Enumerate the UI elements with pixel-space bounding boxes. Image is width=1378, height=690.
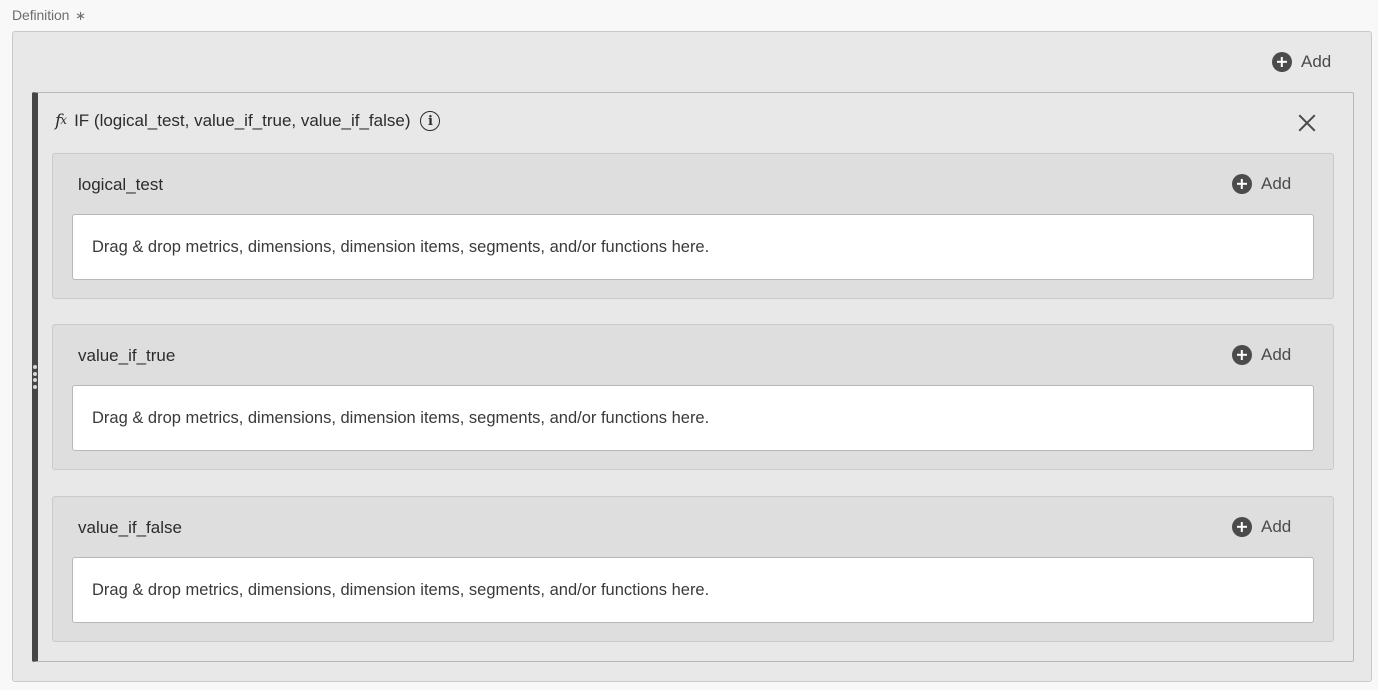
logical-test-drop-zone[interactable]: Drag & drop metrics, dimensions, dimensi… [72,214,1314,280]
value-if-false-drop-zone[interactable]: Drag & drop metrics, dimensions, dimensi… [72,557,1314,623]
if-function-panel[interactable]: fx IF (logical_test, value_if_true, valu… [32,92,1354,662]
argument-name: value_if_true [78,346,176,365]
argument-value-if-true: value_if_true Add Drag & drop metrics, d… [52,324,1334,470]
value-if-false-add-button[interactable]: Add [1232,517,1291,537]
add-circle-icon [1272,52,1292,72]
calculated-metric-definition: Definition ∗ Add fx IF (logical_test, va… [0,0,1378,690]
drop-zone-placeholder: Drag & drop metrics, dimensions, dimensi… [92,237,710,256]
logical-test-add-button[interactable]: Add [1232,174,1291,194]
drag-handle-icon[interactable] [32,363,38,391]
definition-add-button[interactable]: Add [1272,52,1331,72]
function-signature: IF (logical_test, value_if_true, value_i… [74,111,411,130]
argument-name: value_if_false [78,518,182,537]
function-icon: fx [55,111,68,131]
drop-zone-placeholder: Drag & drop metrics, dimensions, dimensi… [92,408,710,427]
drop-zone-placeholder: Drag & drop metrics, dimensions, dimensi… [92,580,710,599]
argument-logical-test: logical_test Add Drag & drop metrics, di… [52,153,1334,299]
add-circle-icon [1232,517,1252,537]
definition-label-text: Definition [12,7,70,23]
add-circle-icon [1232,345,1252,365]
argument-value-if-false: value_if_false Add Drag & drop metrics, … [52,496,1334,642]
info-icon[interactable]: i [420,111,441,131]
required-marker: ∗ [75,8,86,23]
function-header: fx IF (logical_test, value_if_true, valu… [55,111,441,131]
add-label: Add [1261,174,1292,193]
definition-container[interactable]: Add fx IF (logical_test, value_if_true, … [12,31,1372,682]
add-label: Add [1261,517,1292,536]
value-if-true-drop-zone[interactable]: Drag & drop metrics, dimensions, dimensi… [72,385,1314,451]
close-icon[interactable] [1298,114,1316,132]
definition-add-label: Add [1301,52,1332,71]
argument-name: logical_test [78,175,164,194]
add-label: Add [1261,345,1292,364]
add-circle-icon [1232,174,1252,194]
value-if-true-add-button[interactable]: Add [1232,345,1291,365]
definition-label: Definition ∗ [12,7,86,24]
